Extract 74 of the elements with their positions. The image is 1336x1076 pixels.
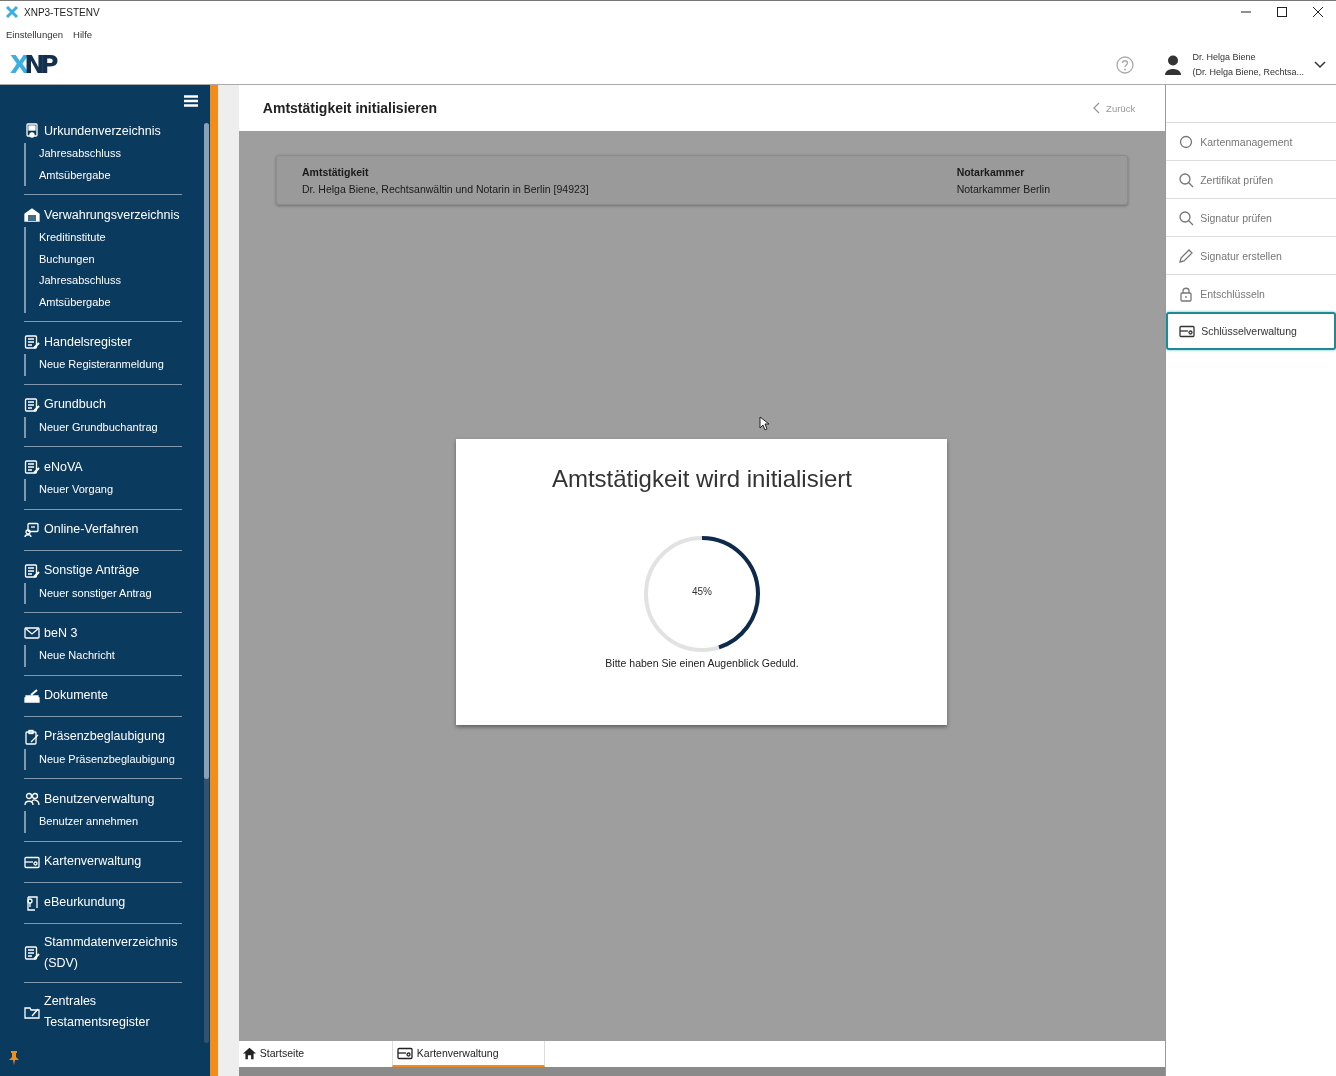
home-icon: [242, 1046, 256, 1060]
nav-item[interactable]: Neue Nachricht: [24, 645, 182, 667]
nav-section[interactable]: Dokumente: [44, 685, 108, 706]
nav-section[interactable]: Urkundenverzeichnis: [44, 120, 161, 142]
nav-section[interactable]: beN 3: [44, 622, 78, 644]
nav-section[interactable]: Benutzerverwaltung: [44, 788, 155, 810]
field-value: Dr. Helga Biene, Rechtsanwältin und Notarin in Berlin [94923]: [302, 182, 589, 195]
presentation-icon: [24, 521, 40, 538]
avatar-icon: [1164, 54, 1183, 75]
nav-item[interactable]: Benutzer annehmen: [24, 811, 182, 833]
scrollbar-thumb[interactable]: [204, 123, 209, 779]
progress-reading: 45%: [690, 586, 713, 597]
pencil-icon: [1178, 247, 1195, 264]
field-label: Notarkammer: [956, 165, 1026, 178]
nav-item[interactable]: Jahresabschluss: [24, 270, 182, 292]
nav-section[interactable]: Präsenzbeglaubigung: [44, 726, 165, 747]
nav-item[interactable]: Jahresabschluss: [24, 143, 182, 165]
menu-icon[interactable]: [183, 95, 198, 107]
form-icon: [24, 396, 40, 413]
page-title: Amtstätigkeit initialisieren: [262, 100, 439, 116]
paper-stack-icon: [24, 687, 40, 704]
search-icon: [1178, 209, 1195, 226]
nav-section[interactable]: Grundbuch: [44, 394, 106, 415]
nav-item[interactable]: Buchungen: [24, 248, 182, 270]
nav-section[interactable]: eNoVA: [44, 456, 83, 478]
form-icon: [24, 944, 40, 961]
nav-section[interactable]: Zentrales Testamentsregister: [44, 990, 182, 1033]
window-title: XNP3-TESTENV: [24, 6, 100, 18]
nav-item[interactable]: Kreditinstitute: [24, 227, 182, 249]
form-icon: [24, 334, 40, 350]
nav-item[interactable]: Neuer Vorgang: [24, 479, 182, 501]
nav-item[interactable]: Neuer Grundbuchantrag: [24, 416, 182, 438]
nav-section[interactable]: Stammdatenverzeichnis (SDV): [44, 931, 182, 974]
card-icon: [1179, 323, 1196, 339]
dialog-title: Amtstätigkeit wird initialisiert: [551, 465, 853, 493]
field-label: Amtstätigkeit: [302, 165, 370, 178]
menu-item[interactable]: Hilfe: [73, 28, 93, 40]
card-icon: [396, 1045, 413, 1061]
form-icon: [24, 562, 40, 579]
users-icon: [24, 791, 40, 807]
nav-section[interactable]: eBeurkundung: [44, 892, 126, 913]
logo: XNP: [10, 50, 54, 79]
maximize-icon: [1277, 7, 1287, 17]
chevron-left-icon: [1093, 102, 1101, 114]
user-role: (Dr. Helga Biene, Rechtsa...: [1192, 65, 1304, 79]
lock-icon: [1178, 285, 1195, 302]
menu-item[interactable]: Einstellungen: [6, 28, 64, 40]
cursor-icon: [758, 416, 769, 431]
document-icon: [24, 123, 40, 139]
nav-item[interactable]: Neue Präsenzbeglaubigung: [24, 748, 182, 770]
nav-item[interactable]: Neue Registeranmeldung: [24, 354, 182, 376]
search-icon: [1178, 171, 1195, 188]
nav-item[interactable]: Neuer sonstiger Antrag: [24, 582, 182, 604]
nav-section[interactable]: Sonstige Anträge: [44, 560, 140, 581]
pin-icon[interactable]: [8, 1051, 20, 1065]
nav-section[interactable]: Verwahrungsverzeichnis: [44, 204, 180, 226]
nav-section[interactable]: Online-Verfahren: [44, 519, 139, 540]
action-item[interactable]: Schlüsselverwaltung: [1166, 312, 1336, 350]
dialog-message: Bitte haben Sie einen Augenblick Geduld.: [605, 657, 799, 669]
form-icon: [24, 459, 40, 475]
user-name: Dr. Helga Biene: [1192, 50, 1257, 64]
clipboard-icon: [24, 728, 40, 745]
scroll-icon: [24, 894, 40, 911]
close-icon: [1313, 7, 1323, 17]
tab[interactable]: Kartenverwaltung: [391, 1041, 545, 1067]
chevron-down-icon[interactable]: [1314, 60, 1326, 69]
nav-section[interactable]: Kartenverwaltung: [44, 851, 142, 872]
nav-section[interactable]: Handelsregister: [44, 331, 132, 353]
envelope-icon: [24, 625, 40, 641]
nav-item[interactable]: Amtsübergabe: [24, 164, 182, 186]
app-icon: [6, 6, 18, 18]
nav-item[interactable]: Amtsübergabe: [24, 291, 182, 313]
field-value: Notarkammer Berlin: [956, 182, 1050, 195]
garage-icon: [24, 207, 40, 223]
